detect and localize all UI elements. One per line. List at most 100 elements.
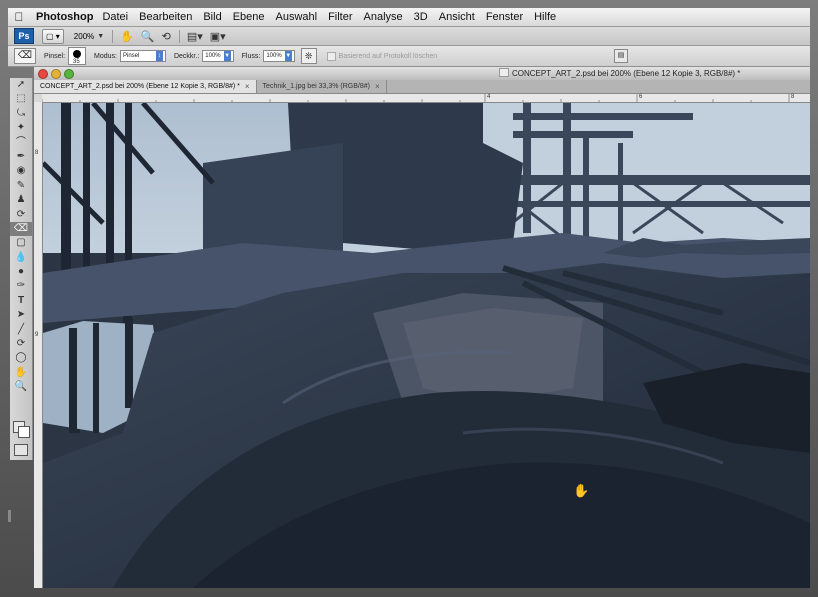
flow-label: Fluss: [241,52,261,60]
opacity-field[interactable]: 100% ▼ [202,50,234,62]
line-tool-icon[interactable]: ╱ [10,323,32,337]
close-icon[interactable]: × [375,82,380,91]
gradient-tool-icon[interactable]: ▢ [10,236,32,250]
document-tabs: CONCEPT_ART_2.psd bei 200% (Ebene 12 Kop… [34,80,810,94]
blur-tool-icon[interactable]: 💧 [10,251,32,265]
hand-cursor-icon: ✋ [573,483,590,498]
dodge-tool-icon[interactable]: ● [10,265,32,279]
flow-field[interactable]: 100% ▼ [263,50,295,62]
photoshop-logo: Ps [14,28,34,44]
chevron-down-icon[interactable]: ▼ [284,51,292,61]
zoom-tool-icon[interactable]: 🔍 [141,30,155,43]
window-controls [38,68,77,79]
frame-view-button[interactable]: ▢ ▾ [42,28,64,44]
menu-hilfe[interactable]: Hilfe [534,11,556,23]
3d-rotate-tool-icon[interactable]: ⟳ [10,337,32,351]
path-selection-tool-icon[interactable]: ➤ [10,308,32,322]
3d-orbit-tool-icon[interactable]: ◯ [10,351,32,365]
history-brush-tool-icon[interactable]: ⟳ [10,208,32,222]
zoom-dropdown-icon[interactable]: ▼ [97,33,104,40]
type-tool-icon[interactable]: T [10,294,32,308]
clone-stamp-tool-icon[interactable]: ♟ [10,193,32,207]
document-canvas[interactable]: ✋ [43,103,810,588]
menu-datei[interactable]: Datei [102,11,128,23]
erase-to-history-checkbox[interactable]: Basierend auf Protokoll löschen [326,51,438,61]
document-title-text: CONCEPT_ART_2.psd bei 200% (Ebene 12 Kop… [512,69,741,78]
close-window-button[interactable] [38,68,48,79]
mode-select[interactable]: Pinsel ↕ [119,50,166,62]
menu-3d[interactable]: 3D [414,11,428,23]
apple-icon[interactable]:  [8,10,30,24]
mode-label: Modus: [94,52,117,60]
tab-concept-art[interactable]: CONCEPT_ART_2.psd bei 200% (Ebene 12 Kop… [34,80,257,93]
background-color-swatch[interactable] [18,426,30,438]
eraser-tool-icon[interactable]: ⌫ [10,221,32,237]
pen-tool-icon[interactable]: ✑ [10,279,32,293]
quick-selection-tool-icon[interactable]: ✦ [10,121,32,135]
divider [112,29,114,43]
panel-resize-handle[interactable] [8,510,11,522]
menu-fenster[interactable]: Fenster [486,11,523,23]
lasso-tool-icon[interactable]: ⤿ [10,107,32,121]
quick-mask-icon[interactable] [14,444,28,456]
vertical-ruler[interactable]: 8 9 [34,102,43,588]
chevron-down-icon: ↕ [155,51,163,61]
screen-mode-icon[interactable]: ▣▾ [210,30,226,43]
ruler-origin[interactable] [34,94,42,102]
tab-label: Technik_1.jpg bei 33,3% (RGB/8#) [262,83,370,90]
rotate-view-icon[interactable]: ⟲ [162,30,171,43]
move-tool-icon[interactable]: ➚ [10,78,32,92]
concept-art-painting [43,103,810,588]
ruler-label: 8 [35,150,39,156]
menu-ebene[interactable]: Ebene [233,11,265,23]
close-icon[interactable]: × [245,82,250,91]
ruler-label: 6 [639,94,643,100]
brush-picker[interactable]: 35 [68,47,87,65]
file-icon [499,68,509,77]
mode-value: Pinsel [122,53,140,59]
marquee-tool-icon[interactable]: ⬚ [10,92,32,106]
ruler-label: 8 [791,94,795,100]
ruler-label: 4 [487,94,491,100]
ruler-ticks [42,94,790,102]
panel-toggle-icon[interactable]: ▤ [614,49,628,63]
menu-app-name[interactable]: Photoshop [36,11,93,23]
ruler-label: 9 [35,332,39,338]
brush-size: 35 [73,59,80,65]
hand-tool-icon[interactable]: ✋ [120,30,134,43]
menu-bild[interactable]: Bild [203,11,221,23]
menu-analyse[interactable]: Analyse [364,11,403,23]
arrange-documents-icon[interactable]: ▤▾ [187,30,203,43]
airbrush-icon[interactable]: ❊ [300,48,317,64]
brush-tool-icon[interactable]: ✎ [10,179,32,193]
opacity-value: 100% [205,53,221,59]
chevron-down-icon[interactable]: ▼ [223,51,231,61]
brush-tip-icon [73,50,82,58]
zoom-level[interactable]: 200% [74,32,94,41]
opacity-label: Deckkr.: [173,52,200,60]
minimize-window-button[interactable] [51,68,61,79]
menu-ansicht[interactable]: Ansicht [439,11,475,23]
application-bar: Ps ▢ ▾ 200% ▼ ✋ 🔍 ⟲ ▤▾ ▣▾ [8,27,810,46]
options-bar: ⌫ Pinsel: 35 Modus: Pinsel ↕ Deckkr.: 10… [8,46,810,67]
spot-healing-tool-icon[interactable]: ◉ [10,164,32,178]
checkbox-box[interactable] [326,51,336,61]
erase-to-history-label: Basierend auf Protokoll löschen [338,52,438,60]
eyedropper-tool-icon[interactable]: ✒ [10,150,32,164]
eraser-preset-icon[interactable]: ⌫ [14,48,36,64]
document-window: CONCEPT_ART_2.psd bei 200% (Ebene 12 Kop… [34,67,810,588]
zoom-tool-icon[interactable]: 🔍 [10,380,32,394]
menu-bearbeiten[interactable]: Bearbeiten [139,11,192,23]
menu-filter[interactable]: Filter [328,11,352,23]
horizontal-ruler[interactable]: 4 6 8 [42,94,810,103]
tab-technik[interactable]: Technik_1.jpg bei 33,3% (RGB/8#) × [257,80,387,93]
menu-auswahl[interactable]: Auswahl [276,11,318,23]
document-title-bar: CONCEPT_ART_2.psd bei 200% (Ebene 12 Kop… [34,67,810,81]
document-title: CONCEPT_ART_2.psd bei 200% (Ebene 12 Kop… [499,68,740,78]
hand-tool-icon[interactable]: ✋ [10,366,32,380]
tab-label: CONCEPT_ART_2.psd bei 200% (Ebene 12 Kop… [40,83,240,90]
divider [178,29,180,43]
crop-tool-icon[interactable]: ⌒ [10,136,32,150]
zoom-window-button[interactable] [64,68,74,79]
menu-bar:  Photoshop Datei Bearbeiten Bild Ebene … [8,8,810,27]
